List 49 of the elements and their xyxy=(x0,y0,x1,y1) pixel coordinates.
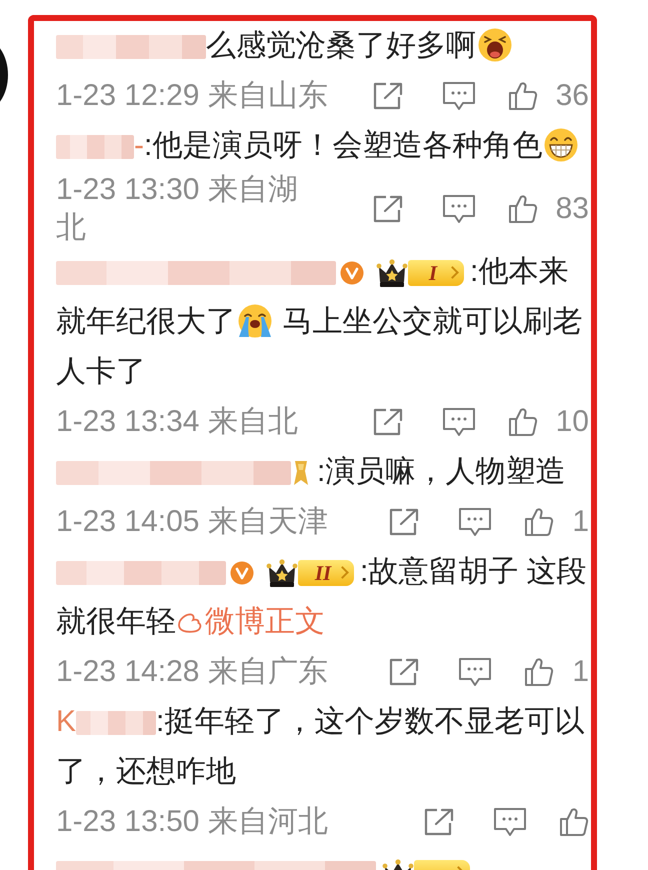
like-count: 10 xyxy=(556,404,589,440)
logo-icon xyxy=(177,611,203,633)
share-icon[interactable] xyxy=(372,194,404,224)
comment-text: 么感觉沧桑了好多啊 xyxy=(56,21,589,71)
like-icon[interactable] xyxy=(524,507,554,537)
rank-tag: II xyxy=(298,560,354,586)
share-icon[interactable] xyxy=(372,407,404,437)
comment-time: 1-23 14:28 来自广东 xyxy=(56,654,328,690)
comment-time: 1-23 12:29 来自山东 xyxy=(56,78,328,114)
like-count: 1 xyxy=(572,654,589,690)
comment-icon[interactable] xyxy=(493,807,527,837)
like-count: 83 xyxy=(556,191,589,227)
like-icon[interactable] xyxy=(508,407,538,437)
comment-time: 1-23 13:30 来自湖北 xyxy=(56,172,299,246)
grinning-face-icon xyxy=(544,128,578,162)
post-link[interactable]: 微博正文 xyxy=(176,605,325,638)
comment-icon[interactable] xyxy=(442,81,476,111)
like-icon[interactable] xyxy=(559,807,589,837)
share-icon[interactable] xyxy=(388,657,420,687)
comment-icon[interactable] xyxy=(442,407,476,437)
user-name: - xyxy=(134,129,144,162)
user-name: K xyxy=(56,705,76,738)
like-icon[interactable] xyxy=(508,81,538,111)
share-icon[interactable] xyxy=(388,507,420,537)
crying-face-icon xyxy=(238,304,272,338)
comment-text: I :他本来就年纪很大了 马上坐公交就可以刷老人卡了 xyxy=(56,254,584,390)
crown-icon xyxy=(266,558,298,588)
comment-text: :演员嘛，人物塑造 xyxy=(56,447,589,497)
comment-icon[interactable] xyxy=(458,657,492,687)
like-count: 1 xyxy=(572,504,589,540)
like-icon[interactable] xyxy=(508,194,538,224)
verified-icon xyxy=(340,261,364,286)
like-icon[interactable] xyxy=(524,657,554,687)
like-count: 36 xyxy=(556,78,589,114)
comment-time: 1-23 14:05 来自天津 xyxy=(56,504,328,540)
crown-icon xyxy=(376,258,408,288)
share-icon[interactable] xyxy=(372,81,404,111)
comment-icon[interactable] xyxy=(442,194,476,224)
rank-tag: I xyxy=(408,260,464,286)
comment-text: -:他是演员呀！会塑造各种角色 xyxy=(56,121,589,171)
share-icon[interactable] xyxy=(423,807,455,837)
verified-icon xyxy=(230,561,254,586)
medal-icon xyxy=(293,460,309,486)
comment-time: 1-23 13:34 来自北 xyxy=(56,404,298,440)
comment-text: II :故意留胡子 这段就很年轻 微博正文 xyxy=(56,554,588,640)
comment-text: K :挺年轻了，这个岁数不显老可以了，还想咋地 xyxy=(56,704,586,790)
comment-time: 1-23 13:50 来自河北 xyxy=(56,804,328,840)
comment-icon[interactable] xyxy=(458,507,492,537)
shocked-face-icon xyxy=(478,28,512,62)
